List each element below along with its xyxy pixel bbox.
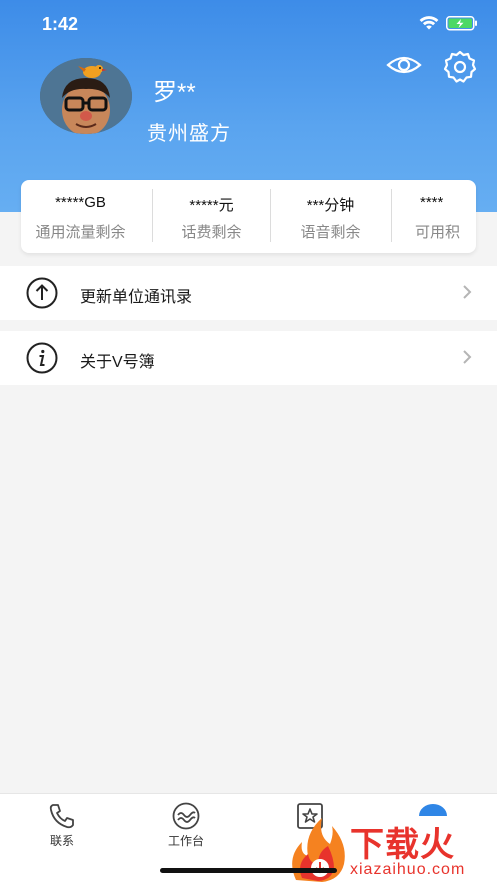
menu-label: 关于V号簿	[80, 354, 155, 371]
tab-label: 工作台	[167, 834, 204, 848]
eye-icon[interactable]	[386, 50, 422, 80]
tab-contacts[interactable]: 联系	[0, 794, 124, 854]
workbench-icon	[172, 802, 200, 830]
menu-about[interactable]: 关于V号簿	[0, 331, 497, 385]
stat-label: 话费剩余	[181, 224, 242, 241]
tab-label: 联系	[49, 834, 74, 848]
battery-icon	[446, 16, 477, 31]
watermark-url: xiazaihuo.com	[350, 861, 466, 878]
info-circle-icon	[26, 342, 58, 374]
balance-card: *****GB 通用流量剩余 *****元 话费剩余 ***分钟 语音剩余 **…	[21, 180, 476, 253]
chevron-right-icon	[463, 285, 472, 299]
chevron-right-icon	[463, 350, 472, 364]
stat-value: *****元	[189, 197, 234, 214]
stat-label: 可用积	[415, 224, 461, 241]
status-time: 1:42	[42, 14, 79, 34]
watermark-text: 下载火	[350, 826, 455, 864]
avatar-image	[40, 58, 132, 134]
avatar[interactable]	[40, 58, 132, 134]
stat-balance-remaining[interactable]: *****元 话费剩余	[152, 180, 271, 253]
menu-label: 更新单位通讯录	[80, 289, 193, 306]
stat-label: 语音剩余	[300, 224, 361, 241]
home-indicator	[160, 868, 337, 873]
status-bar: 1:42	[0, 0, 497, 50]
stat-value: ***分钟	[306, 197, 355, 214]
stat-value: ****	[420, 194, 444, 211]
wifi-icon	[419, 16, 439, 30]
phone-icon	[49, 804, 74, 829]
menu-update-directory[interactable]: 更新单位通讯录	[0, 266, 497, 320]
stat-points-available[interactable]: **** 可用积	[396, 180, 476, 253]
user-organization: 贵州盛方	[147, 123, 231, 145]
upload-circle-icon	[26, 277, 58, 309]
user-name: 罗**	[153, 79, 196, 106]
stat-voice-remaining[interactable]: ***分钟 语音剩余	[271, 180, 390, 253]
tab-workbench[interactable]: 工作台	[124, 794, 248, 854]
divider	[391, 189, 392, 242]
stat-value: *****GB	[55, 194, 106, 211]
stat-data-remaining[interactable]: *****GB 通用流量剩余	[21, 180, 140, 253]
gear-icon[interactable]	[443, 50, 477, 84]
stat-label: 通用流量剩余	[35, 224, 126, 241]
